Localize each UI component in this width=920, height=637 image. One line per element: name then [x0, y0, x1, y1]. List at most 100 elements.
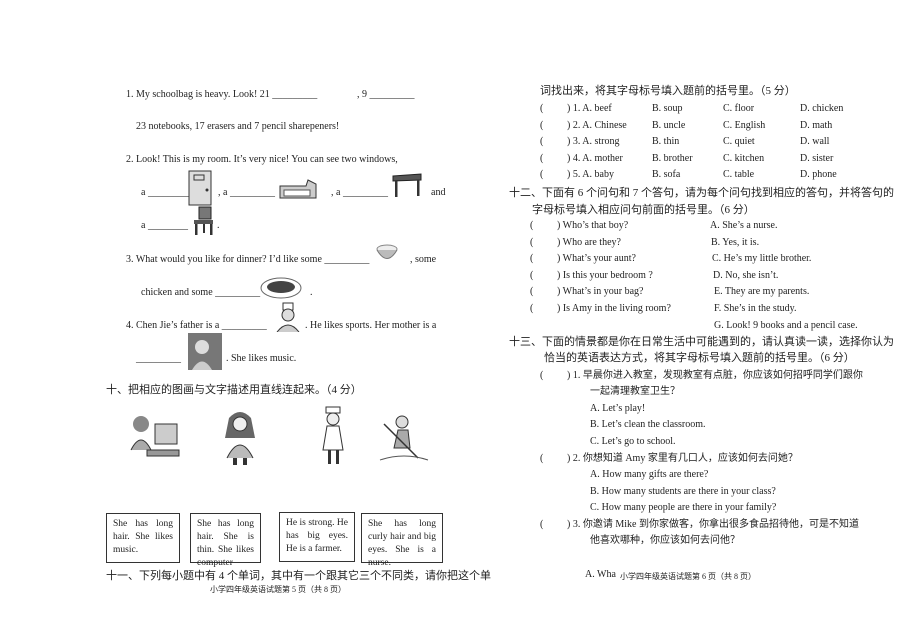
- option-b: B. brother: [652, 152, 693, 164]
- bed-image: [279, 179, 317, 199]
- option-c: C. kitchen: [723, 152, 765, 164]
- answer-paren[interactable]: (: [530, 286, 533, 298]
- option-d: D. chicken: [800, 103, 844, 114]
- answer-paren[interactable]: (: [540, 103, 543, 115]
- answer-item: B. Yes, it is.: [711, 236, 760, 248]
- situation-1-option-a: A. Let’s play!: [590, 403, 646, 414]
- q4-text-2: . He likes sports. Her mother is a: [305, 320, 437, 331]
- option-b: B. thin: [652, 136, 680, 148]
- description-text: She has long hair. She likes music.: [113, 519, 173, 555]
- question-item: ) What’s in your bag?: [557, 286, 644, 298]
- situation-3-question-cont: 他喜欢哪种，你应该如何去问他？: [590, 535, 740, 546]
- door-image: [188, 170, 212, 206]
- answer-paren[interactable]: (: [540, 120, 543, 132]
- cook-image: [276, 302, 300, 332]
- nurse-image: [322, 406, 344, 464]
- situation-2-option-c: C. How many people are there in your fam…: [590, 502, 777, 513]
- answer-item: A. She’s a nurse.: [710, 220, 778, 231]
- option-b: B. uncle: [652, 119, 686, 131]
- answer-paren[interactable]: (: [530, 220, 533, 232]
- option-c: C. table: [723, 169, 755, 181]
- q1-text-2: , 9 _________: [357, 89, 415, 100]
- q3-text-2: chicken and some _________: [141, 287, 261, 298]
- answer-paren[interactable]: (: [530, 270, 533, 282]
- desk-image: [392, 173, 422, 197]
- description-text: He is strong. He has big eyes. He is a f…: [286, 518, 348, 554]
- rice-bowl-image: [376, 244, 398, 259]
- q1-text: 1. My schoolbag is heavy. Look! 21 _____…: [126, 89, 318, 100]
- answer-item: C. He’s my little brother.: [712, 253, 812, 265]
- description-text: She has long hair. She is thin. She like…: [197, 519, 254, 568]
- situation-1-question: ) 1. 早晨你进入教室，发现教室有点脏，你应该如何招呼同学们跟你: [567, 370, 863, 381]
- answer-paren[interactable]: (: [530, 237, 533, 249]
- option-d: D. math: [800, 119, 833, 131]
- item-number-a: ) 1. A. beef: [567, 103, 612, 114]
- description-box-1: She has long hair. She likes music.: [106, 513, 180, 563]
- option-c: C. English: [723, 119, 766, 131]
- q4-blank: _________: [136, 353, 181, 364]
- chair-image: [194, 206, 213, 235]
- item-number-a: ) 4. A. mother: [567, 152, 623, 164]
- situation-1-option-b: B. Let’s clean the classroom.: [590, 419, 706, 430]
- q2-blank-4: a ________: [141, 220, 188, 231]
- q2-and: and: [431, 187, 446, 198]
- q3-some: , some: [410, 254, 437, 265]
- situation-2-option-a: A. How many gifts are there?: [590, 469, 709, 480]
- section-10-heading: 十、把相应的图画与文字描述用直线连起来。（4 分）: [106, 384, 362, 396]
- page-footer-6: 小学四年级英语试题第 6 页（共 8 页）: [620, 572, 756, 581]
- option-c: C. floor: [723, 103, 755, 114]
- situation-2-option-b: B. How many students are there in your c…: [590, 486, 776, 497]
- question-item: ) Who are they?: [557, 236, 621, 248]
- section-13-heading: 十三、下面的情景都是你在日常生活中可能遇到的，请认真读一读，选择你认为: [509, 336, 894, 348]
- answer-item: G. Look! 9 books and a pencil case.: [714, 319, 858, 331]
- answer-item: E. They are my parents.: [714, 286, 810, 298]
- answer-item: F. She’s in the study.: [714, 303, 797, 314]
- answer-paren[interactable]: (: [540, 136, 543, 148]
- q3-period: .: [310, 287, 313, 298]
- girl-long-hair-image: [225, 412, 255, 465]
- q4-text-3: . She likes music.: [226, 353, 297, 364]
- answer-paren[interactable]: (: [540, 453, 543, 465]
- option-c: C. quiet: [723, 136, 755, 148]
- answer-paren[interactable]: (: [540, 519, 543, 531]
- answer-paren[interactable]: (: [530, 253, 533, 265]
- music-teacher-image: [188, 333, 222, 370]
- answer-paren[interactable]: (: [540, 153, 543, 165]
- page-footer-5: 小学四年级英语试题第 5 页（共 8 页）: [210, 585, 346, 594]
- section-12-continued: 字母标号填入相应问句前面的括号里。（6 分）: [532, 204, 755, 216]
- q2-text: 2. Look! This is my room. It’s very nice…: [126, 154, 398, 165]
- section-11-continued: 词找出来，将其字母标号填入题前的括号里。（5 分）: [540, 85, 796, 97]
- answer-paren[interactable]: (: [540, 370, 543, 382]
- answer-item: D. No, she isn’t.: [713, 269, 779, 281]
- option-d: D. phone: [800, 169, 837, 181]
- q2-blank-3: , a _________: [331, 187, 388, 198]
- girl-computer-image: [130, 416, 180, 457]
- situation-2-question: ) 2. 你想知道 Amy 家里有几口人，应该如何去问她？: [567, 453, 798, 464]
- q1-text-3: 23 notebooks, 17 erasers and 7 pencil sh…: [136, 121, 340, 132]
- situation-3-question: ) 3. 你邀请 Mike 到你家做客，你拿出很多食品招待他，可是不知道: [567, 519, 859, 530]
- question-item: ) Is Amy in the living room?: [557, 303, 671, 314]
- question-item: ) What’s your aunt?: [557, 253, 636, 265]
- section-12-heading: 十二、下面有 6 个问句和 7 个答句，请为每个问句找到相应的答句，并将答句的: [509, 187, 894, 199]
- option-d: D. wall: [800, 136, 830, 148]
- option-b: B. sofa: [652, 169, 681, 181]
- description-box-2: She has long hair. She is thin. She like…: [190, 513, 261, 568]
- situation-1-question-cont: 一起清理教室卫生？: [590, 386, 680, 397]
- situation-1-option-c: C. Let’s go to school.: [590, 436, 676, 447]
- description-box-4: She has long curly hair and big eyes. Sh…: [361, 513, 443, 568]
- q2-blank-1: a _________: [141, 187, 193, 198]
- farmer-image: [379, 415, 429, 461]
- noodles-plate-image: [260, 277, 302, 299]
- answer-paren[interactable]: (: [530, 303, 533, 315]
- q4-text: 4. Chen Jie’s father is a _________: [126, 320, 267, 331]
- item-number-a: ) 5. A. baby: [567, 169, 614, 181]
- section-11-heading: 十一、下列每小题中有 4 个单词，其中有一个跟其它三个不同类，请你把这个单: [106, 570, 491, 582]
- q2-period: .: [217, 220, 220, 231]
- q2-blank-2: , a _________: [218, 187, 275, 198]
- q3-text: 3. What would you like for dinner? I’d l…: [126, 254, 370, 265]
- description-text: She has long curly hair and big eyes. Sh…: [368, 519, 436, 568]
- option-d: D. sister: [800, 152, 834, 164]
- answer-paren[interactable]: (: [540, 169, 543, 181]
- section-13-continued: 恰当的英语表达方式，将其字母标号填入题前的括号里。（6 分）: [544, 352, 855, 364]
- description-box-3: He is strong. He has big eyes. He is a f…: [279, 512, 355, 562]
